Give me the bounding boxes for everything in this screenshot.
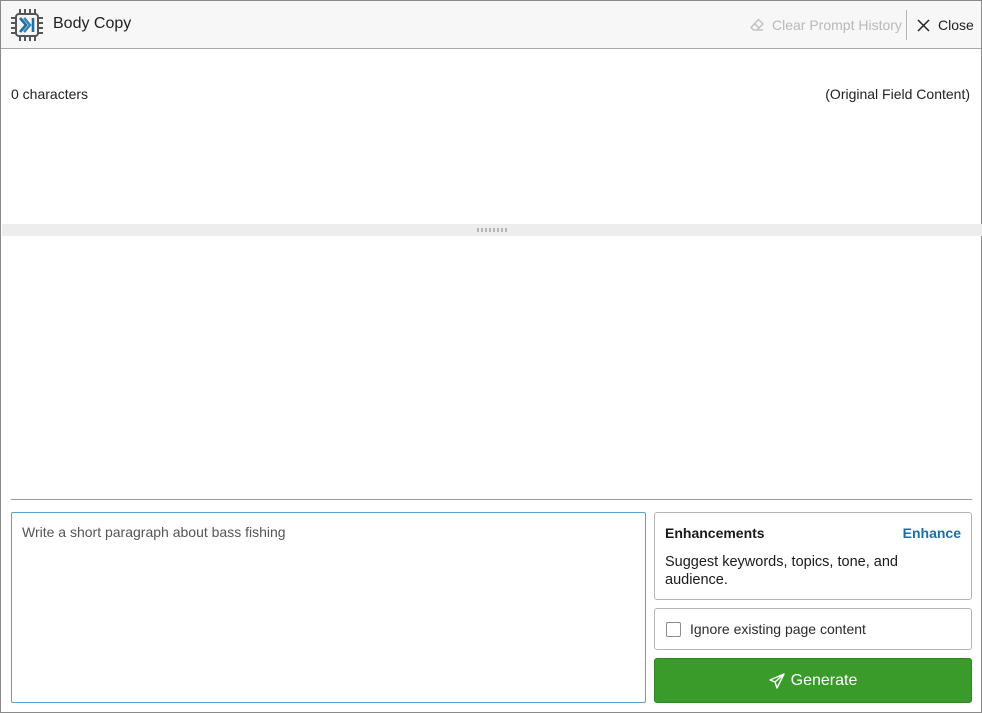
ignore-page-content-option[interactable]: Ignore existing page content — [654, 608, 972, 650]
paper-plane-icon — [768, 672, 785, 689]
section-divider — [11, 499, 972, 500]
close-button[interactable]: Close — [917, 16, 974, 34]
clear-prompt-history-button[interactable]: Clear Prompt History — [749, 16, 902, 34]
character-count: 0 characters — [11, 86, 89, 102]
header-divider — [906, 10, 907, 40]
eraser-icon — [750, 18, 764, 31]
panel-title: Body Copy — [53, 15, 132, 32]
generate-label: Generate — [790, 671, 858, 689]
ignore-page-content-checkbox[interactable] — [666, 621, 681, 637]
resize-splitter[interactable] — [2, 224, 982, 236]
enhancements-title: Enhancements — [665, 525, 765, 541]
ignore-page-content-label: Ignore existing page content — [690, 621, 866, 637]
generate-button[interactable]: Generate — [654, 658, 972, 703]
panel-header: Body Copy Clear Prompt History Close — [1, 1, 981, 49]
prompt-input[interactable]: Write a short paragraph about bass fishi… — [11, 512, 646, 703]
ai-chip-logo-icon — [11, 9, 43, 41]
enhancements-card: Enhancements Enhance Suggest keywords, t… — [654, 512, 972, 600]
close-icon — [917, 18, 930, 32]
enhance-link[interactable]: Enhance — [903, 525, 961, 541]
original-field-content-label: (Original Field Content) — [825, 86, 970, 102]
enhancements-description: Suggest keywords, topics, tone, and audi… — [665, 554, 898, 588]
grip-handle-icon — [476, 228, 508, 232]
close-label: Close — [938, 17, 974, 33]
clear-prompt-history-label: Clear Prompt History — [772, 17, 902, 33]
assistant-panel: Body Copy Clear Prompt History Close 0 c… — [0, 0, 982, 713]
